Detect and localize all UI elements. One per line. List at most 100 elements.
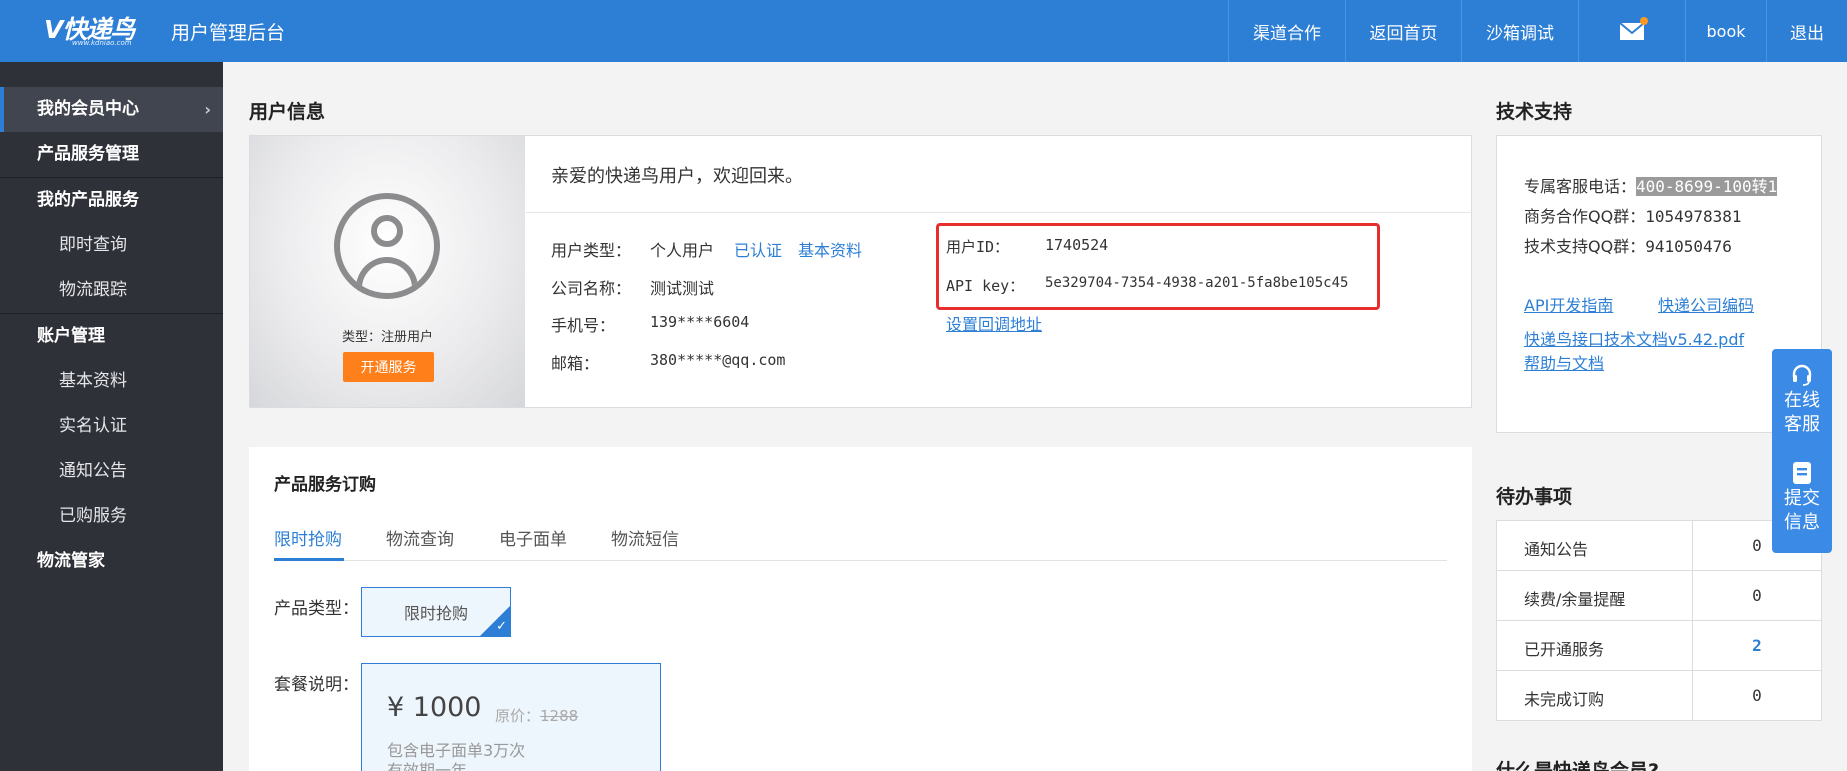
form-icon — [1793, 462, 1811, 484]
api-key-value: 5e329704-7354-4938-a201-5fa8be105c45 — [1045, 275, 1349, 291]
sidebar-item-instant-query[interactable]: 即时查询 — [0, 223, 223, 268]
todo-count: 0 — [1752, 686, 1762, 705]
todo-row[interactable]: 续费/余量提醒 0 — [1497, 571, 1821, 621]
todo-title: 待办事项 — [1496, 486, 1573, 508]
product-type-label: 产品类型： — [274, 599, 359, 619]
todo-count: 0 — [1752, 586, 1762, 605]
mail-icon — [1619, 17, 1648, 41]
submit-info-label: 提交信息 — [1784, 488, 1820, 533]
original-price-value: 1288 — [540, 707, 579, 725]
company-label: 公司名称： — [551, 279, 632, 298]
callback-url-link[interactable]: 设置回调地址 — [946, 311, 1042, 335]
tab-logistics-sms[interactable]: 物流短信 — [611, 525, 679, 561]
email-label: 邮箱： — [551, 354, 600, 373]
app-title: 用户管理后台 — [171, 22, 286, 44]
user-info-card: 类型：注册用户 开通服务 亲爱的快递鸟用户，欢迎回来。 用户类型： 个人用户 已… — [249, 135, 1472, 408]
api-key-label: API key： — [946, 277, 1025, 295]
top-bar: V快递鸟 www.kdniao.com 用户管理后台 渠道合作 返回首页 沙箱调… — [0, 0, 1847, 62]
online-service-button[interactable]: 在线客服 — [1772, 363, 1832, 437]
tech-qq: 技术支持QQ群：941050476 — [1524, 233, 1732, 257]
package-card[interactable]: ¥ 1000 原价：1288 包含电子面单3万次 有效期一年 — [361, 663, 661, 771]
package-label: 套餐说明： — [274, 675, 359, 695]
phone-label: 手机号： — [551, 316, 616, 335]
online-service-label: 在线客服 — [1784, 390, 1820, 435]
order-title: 产品服务订购 — [274, 475, 376, 495]
todo-name: 续费/余量提醒 — [1524, 590, 1626, 609]
api-doc-link[interactable]: 快递鸟接口技术文档v5.42.pdf — [1524, 326, 1744, 350]
sidebar-item-my-products[interactable]: 我的产品服务 — [0, 178, 223, 223]
nav-username[interactable]: book — [1685, 0, 1766, 62]
avatar-panel: 类型：注册用户 开通服务 — [250, 136, 525, 407]
tab-flash-sale[interactable]: 限时抢购 — [274, 525, 344, 561]
order-tabs: 限时抢购 物流查询 电子面单 物流短信 — [274, 525, 1447, 561]
sidebar-item-logistics-manager[interactable]: 物流管家 — [0, 539, 223, 584]
chevron-right-icon: › — [204, 100, 211, 119]
sidebar-item-logistics-tracking[interactable]: 物流跟踪 — [0, 268, 223, 313]
user-id-label: 用户ID： — [946, 238, 1010, 256]
api-guide-link[interactable]: API开发指南 — [1524, 292, 1613, 316]
todo-count[interactable]: 2 — [1693, 636, 1821, 655]
nav-sandbox[interactable]: 沙箱调试 — [1461, 0, 1578, 62]
basic-info-link[interactable]: 基本资料 — [798, 237, 862, 261]
todo-name: 未完成订购 — [1524, 690, 1605, 709]
biz-qq: 商务合作QQ群：1054978381 — [1524, 203, 1742, 227]
sidebar-item-account[interactable]: 账户管理 — [0, 314, 223, 359]
member-intro-title: 什么是快递鸟会员? — [1496, 760, 1660, 771]
sidebar: 我的会员中心 › 产品服务管理 我的产品服务 即时查询 物流跟踪 账户管理 基本… — [0, 62, 223, 771]
hotline: 专属客服电话：400-8699-100转1 — [1524, 173, 1778, 197]
product-order-card: 产品服务订购 限时抢购 物流查询 电子面单 物流短信 产品类型： 限时抢购 ✓ … — [249, 447, 1472, 771]
sidebar-item-purchased[interactable]: 已购服务 — [0, 494, 223, 539]
biz-qq-value: 1054978381 — [1645, 207, 1742, 226]
hotline-label: 专属客服电话： — [1524, 177, 1637, 196]
logo-url: www.kdniao.com — [72, 39, 132, 47]
sidebar-item-product-management[interactable]: 产品服务管理 — [0, 132, 223, 177]
user-type-value: 个人用户 — [650, 241, 715, 260]
user-info-title: 用户信息 — [249, 101, 326, 123]
card-divider — [526, 212, 1472, 213]
avatar-icon — [334, 193, 440, 299]
sidebar-item-notices[interactable]: 通知公告 — [0, 449, 223, 494]
tech-qq-value: 941050476 — [1645, 237, 1732, 256]
original-price-label: 原价： — [495, 707, 541, 725]
sidebar-item-member-center[interactable]: 我的会员中心 › — [0, 87, 223, 132]
avatar-head — [371, 215, 403, 247]
check-icon: ✓ — [496, 619, 507, 634]
todo-row[interactable]: 未完成订购 0 — [1497, 671, 1821, 721]
support-title: 技术支持 — [1496, 101, 1573, 123]
user-id-value: 1740524 — [1045, 236, 1109, 254]
help-docs-link[interactable]: 帮助与文档 — [1524, 350, 1604, 374]
nav-channel-cooperation[interactable]: 渠道合作 — [1228, 0, 1345, 62]
user-type-label: 用户类型： — [551, 241, 632, 260]
welcome-message: 亲爱的快递鸟用户，欢迎回来。 — [551, 166, 803, 187]
logo[interactable]: V快递鸟 www.kdniao.com — [44, 10, 156, 50]
tab-e-waybill[interactable]: 电子面单 — [499, 525, 567, 561]
submit-info-button[interactable]: 提交信息 — [1772, 461, 1832, 535]
company-value: 测试测试 — [650, 279, 715, 298]
biz-qq-label: 商务合作QQ群： — [1524, 207, 1646, 226]
nav-messages[interactable] — [1578, 0, 1685, 62]
sidebar-item-verification[interactable]: 实名认证 — [0, 404, 223, 449]
phone-value: 139****6604 — [650, 313, 750, 331]
tech-qq-label: 技术支持QQ群： — [1524, 237, 1646, 256]
product-type-option[interactable]: 限时抢购 ✓ — [361, 587, 511, 637]
tab-logistics-query[interactable]: 物流查询 — [386, 525, 454, 561]
product-type-option-label: 限时抢购 — [403, 604, 468, 623]
email-value: 380*****@qq.com — [650, 351, 786, 369]
sidebar-item-label: 我的会员中心 — [37, 99, 139, 119]
todo-row[interactable]: 已开通服务 2 — [1497, 621, 1821, 671]
unread-dot — [1640, 17, 1648, 25]
nav-home[interactable]: 返回首页 — [1345, 0, 1461, 62]
courier-code-link[interactable]: 快递公司编码 — [1658, 292, 1754, 316]
float-service-widget: 在线客服 提交信息 — [1772, 349, 1832, 553]
hotline-value: 400-8699-100转1 — [1636, 177, 1778, 196]
package-desc-line2: 有效期一年 — [387, 761, 468, 771]
top-nav: 渠道合作 返回首页 沙箱调试 book 退出 — [1228, 0, 1847, 62]
package-price: ¥ 1000 — [387, 692, 482, 723]
sidebar-item-basic-info[interactable]: 基本资料 — [0, 359, 223, 404]
todo-name: 已开通服务 — [1524, 640, 1605, 659]
open-service-button[interactable]: 开通服务 — [343, 352, 434, 382]
headset-icon — [1792, 364, 1812, 386]
nav-logout[interactable]: 退出 — [1766, 0, 1847, 62]
account-type: 类型：注册用户 — [341, 330, 433, 345]
verified-link[interactable]: 已认证 — [734, 237, 782, 261]
